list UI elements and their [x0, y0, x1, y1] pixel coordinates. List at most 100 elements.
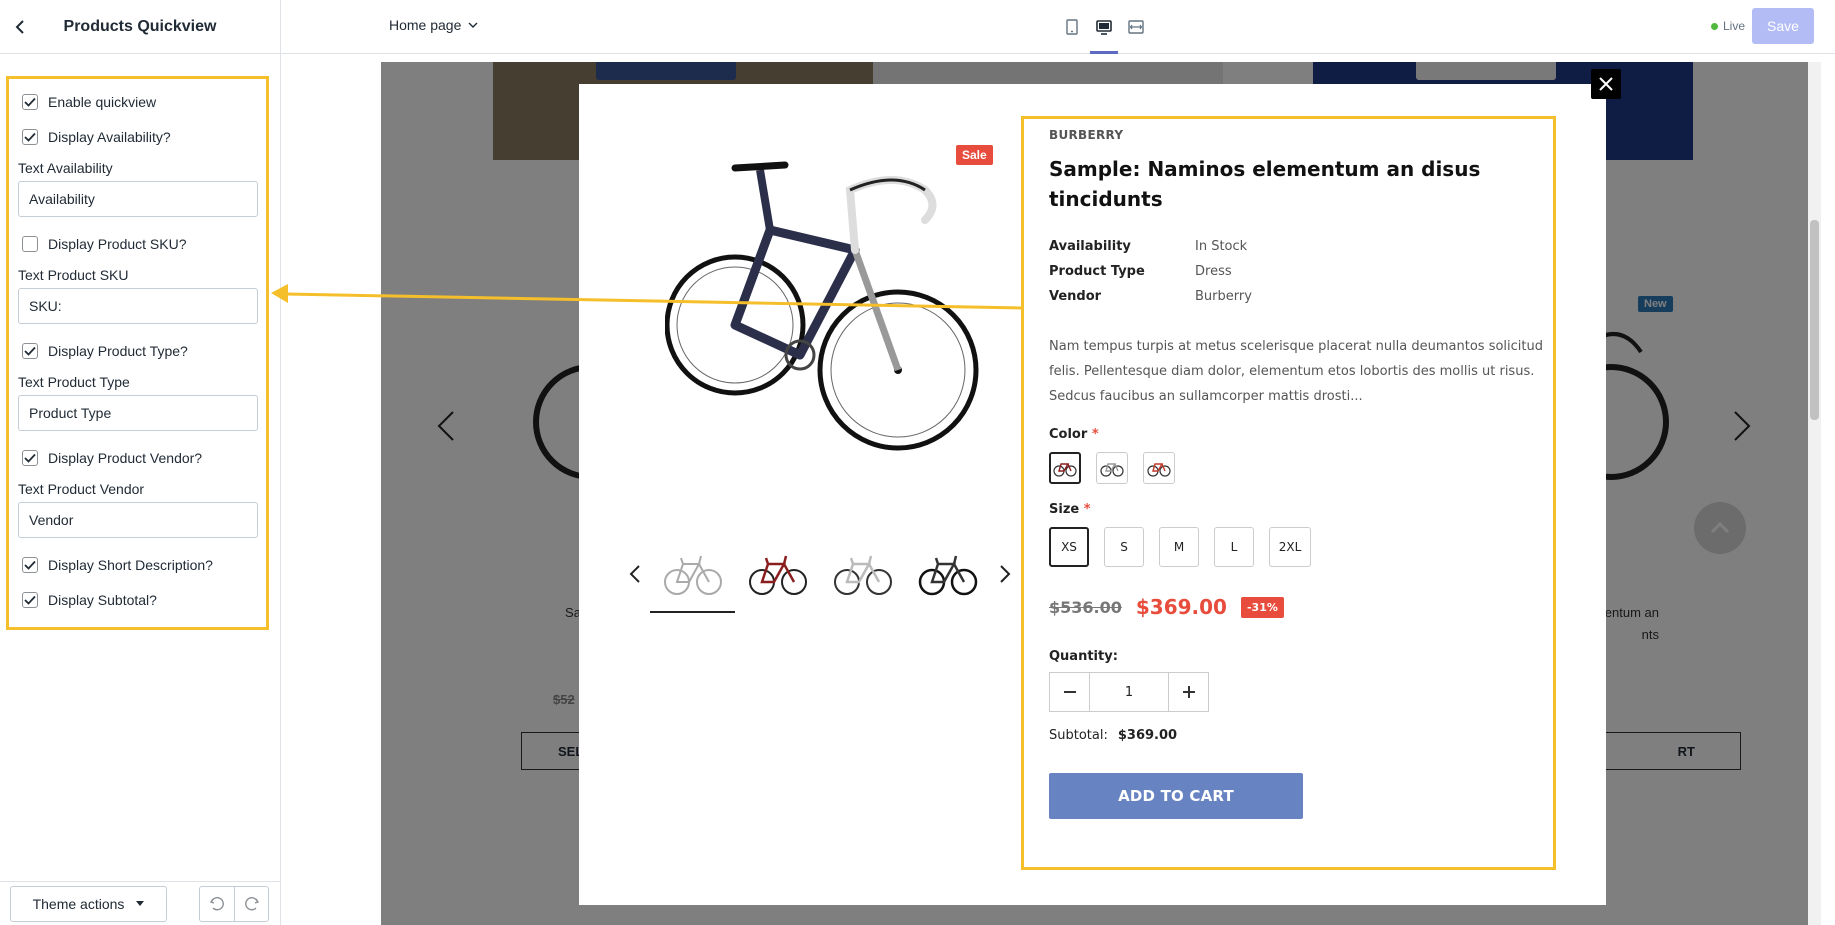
desktop-icon: [1096, 19, 1112, 35]
product-thumbnail[interactable]: [735, 535, 820, 613]
scrollbar[interactable]: [1808, 62, 1821, 925]
size-label: Size *: [1049, 502, 1549, 517]
sidebar: Products Quickview Enable quickview Disp…: [0, 0, 281, 925]
text-sku-label: Text Product SKU: [18, 267, 129, 283]
fullwidth-view-button[interactable]: [1122, 0, 1150, 54]
quantity-decrease-button[interactable]: [1050, 673, 1089, 711]
color-swatch[interactable]: [1096, 452, 1128, 484]
color-swatch[interactable]: [1143, 452, 1175, 484]
meta-row-vendor: Vendor Burberry: [1049, 284, 1549, 309]
size-option[interactable]: L: [1214, 527, 1254, 567]
display-sku-checkbox[interactable]: Display Product SKU?: [18, 226, 257, 261]
sale-price: $369.00: [1135, 595, 1227, 619]
theme-actions-button[interactable]: Theme actions: [10, 885, 167, 922]
meta-value: Dress: [1195, 264, 1232, 279]
display-availability-checkbox[interactable]: Display Availability?: [18, 119, 257, 154]
back-button[interactable]: [0, 0, 40, 54]
product-main-image: [665, 161, 979, 451]
product-description: Nam tempus turpis at metus scelerisque p…: [1049, 339, 1543, 404]
size-option[interactable]: S: [1104, 527, 1144, 567]
thumb-prev-button[interactable]: [620, 549, 650, 599]
sale-badge: Sale: [956, 145, 993, 165]
text-vendor-input[interactable]: [18, 502, 258, 538]
meta-key: Product Type: [1049, 264, 1145, 279]
checkbox-icon: [22, 235, 38, 252]
meta-value: Burberry: [1195, 289, 1252, 304]
meta-key: Vendor: [1049, 289, 1102, 304]
quantity-input[interactable]: [1089, 673, 1169, 711]
text-type-input[interactable]: [18, 395, 258, 431]
display-type-checkbox[interactable]: Display Product Type?: [18, 333, 257, 368]
subtotal: Subtotal: $369.00: [1049, 728, 1549, 743]
save-button[interactable]: Save: [1752, 8, 1814, 44]
redo-icon: [244, 896, 259, 910]
undo-icon: [209, 896, 224, 910]
meta-value: In Stock: [1195, 239, 1248, 254]
chevron-left-icon: [629, 565, 640, 583]
discount-badge: -31%: [1240, 596, 1284, 618]
product-title[interactable]: Sample: Naminos elementum an disus tinci…: [1049, 154, 1549, 214]
desktop-view-button[interactable]: [1090, 0, 1118, 54]
display-short-description-checkbox[interactable]: Display Short Description?: [18, 547, 257, 582]
top-bar: Home page Live Save: [281, 0, 1835, 54]
live-label: Live: [1723, 19, 1746, 33]
product-brand[interactable]: BURBERRY: [1049, 128, 1549, 142]
thumb-next-button[interactable]: [990, 549, 1020, 599]
text-type-label: Text Product Type: [18, 374, 130, 390]
scrollbar-thumb[interactable]: [1810, 220, 1819, 420]
plus-icon: [1182, 686, 1195, 698]
checkbox-icon: [22, 93, 38, 110]
close-button[interactable]: [1591, 69, 1621, 99]
enable-quickview-checkbox[interactable]: Enable quickview: [18, 84, 257, 119]
minus-icon: [1063, 691, 1076, 693]
text-sku-input[interactable]: [18, 288, 258, 324]
checkbox-icon: [22, 342, 38, 359]
bicycle-icon: [748, 555, 807, 595]
price-block: $536.00 $369.00 -31%: [1049, 595, 1549, 619]
sidebar-footer: Theme actions: [0, 881, 281, 925]
add-to-cart-button[interactable]: ADD TO CART: [1049, 773, 1303, 819]
size-option[interactable]: 2XL: [1269, 527, 1311, 567]
quickview-settings-panel: Enable quickview Display Availability? T…: [6, 76, 269, 630]
checkbox-label: Display Product SKU?: [48, 235, 187, 252]
page-selector[interactable]: Home page: [389, 17, 478, 33]
close-icon: [1599, 77, 1613, 91]
quantity-label: Quantity:: [1049, 649, 1118, 664]
checkbox-icon: [22, 449, 38, 466]
color-label-text: Color: [1049, 427, 1088, 442]
chevron-right-icon: [1000, 565, 1011, 583]
checkbox-icon: [22, 591, 38, 608]
device-switcher: [1058, 0, 1150, 54]
subtotal-value: $369.00: [1117, 728, 1178, 743]
thumbnail-carousel: [620, 535, 1020, 613]
text-availability-input[interactable]: [18, 181, 258, 217]
product-thumbnail[interactable]: [905, 535, 990, 613]
quantity-increase-button[interactable]: [1169, 673, 1208, 711]
expand-icon: [1128, 20, 1144, 34]
text-availability-label: Text Availability: [18, 160, 113, 176]
display-subtotal-checkbox[interactable]: Display Subtotal?: [18, 582, 257, 617]
bicycle-icon: [1147, 463, 1171, 477]
page-selector-label: Home page: [389, 17, 462, 33]
undo-redo-group: [199, 885, 269, 922]
live-dot-icon: [1711, 22, 1718, 30]
chevron-down-icon: [468, 22, 478, 28]
mobile-view-button[interactable]: [1058, 0, 1086, 54]
compare-price: $536.00: [1049, 597, 1122, 617]
live-status: Live: [1711, 19, 1745, 33]
chevron-left-icon: [15, 19, 24, 34]
product-thumbnail[interactable]: [650, 535, 735, 613]
size-option[interactable]: M: [1159, 527, 1199, 567]
size-option[interactable]: XS: [1049, 527, 1089, 567]
checkbox-label: Display Availability?: [48, 128, 171, 145]
quantity-stepper: [1049, 672, 1209, 712]
bicycle-icon: [1100, 463, 1124, 477]
redo-button[interactable]: [234, 886, 268, 921]
undo-button[interactable]: [200, 887, 234, 921]
meta-row-availability: Availability In Stock: [1049, 234, 1549, 259]
product-thumbnail[interactable]: [820, 535, 905, 613]
color-swatch[interactable]: [1049, 452, 1081, 484]
meta-row-type: Product Type Dress: [1049, 259, 1549, 284]
display-vendor-checkbox[interactable]: Display Product Vendor?: [18, 440, 257, 475]
checkbox-label: Display Product Vendor?: [48, 449, 203, 466]
